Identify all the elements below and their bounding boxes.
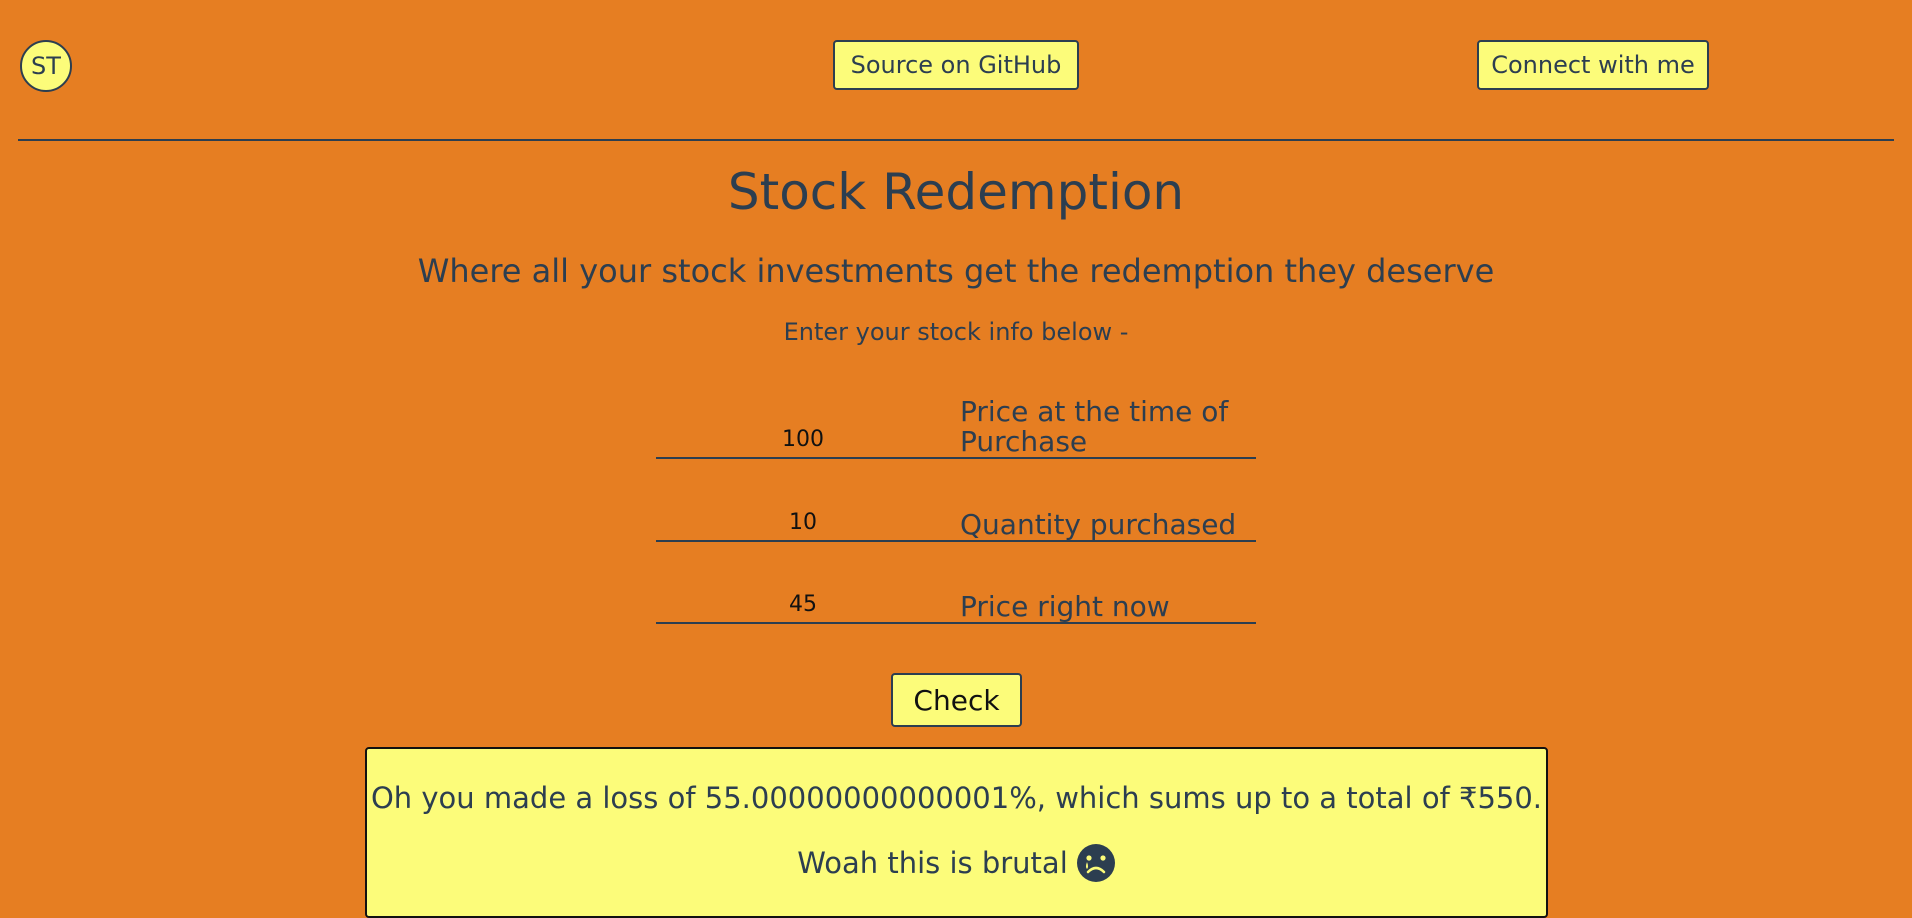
current-price-input[interactable] bbox=[656, 591, 950, 618]
page-subtitle: Where all your stock investments get the… bbox=[417, 252, 1495, 290]
avatar-initials: ST bbox=[31, 52, 61, 80]
sad-face-icon bbox=[1076, 843, 1116, 883]
purchase-price-label: Price at the time of Purchase bbox=[960, 395, 1229, 458]
result-remark-line: Woah this is brutal bbox=[367, 843, 1546, 883]
purchase-price-row: Price at the time of Purchase bbox=[656, 395, 1256, 459]
current-price-label: Price right now bbox=[960, 590, 1170, 623]
connect-with-me-button[interactable]: Connect with me bbox=[1477, 40, 1709, 90]
connect-with-me-label: Connect with me bbox=[1491, 51, 1695, 79]
source-on-github-button[interactable]: Source on GitHub bbox=[833, 40, 1079, 90]
form-instructions: Enter your stock info below - bbox=[783, 318, 1129, 346]
current-price-row: Price right now bbox=[656, 582, 1256, 624]
purchase-price-input[interactable] bbox=[656, 426, 950, 453]
avatar: ST bbox=[20, 40, 72, 92]
quantity-label: Quantity purchased bbox=[960, 508, 1237, 541]
page-title: Stock Redemption bbox=[727, 163, 1185, 221]
quantity-input[interactable] bbox=[656, 509, 950, 536]
check-button-label: Check bbox=[913, 683, 1000, 717]
check-button[interactable]: Check bbox=[891, 673, 1022, 727]
source-on-github-label: Source on GitHub bbox=[850, 51, 1062, 79]
result-output: Oh you made a loss of 55.00000000000001%… bbox=[365, 747, 1548, 918]
result-message: Oh you made a loss of 55.00000000000001%… bbox=[370, 781, 1543, 815]
quantity-row: Quantity purchased bbox=[656, 500, 1256, 542]
result-remark: Woah this is brutal bbox=[797, 846, 1068, 880]
header-divider bbox=[18, 139, 1894, 141]
